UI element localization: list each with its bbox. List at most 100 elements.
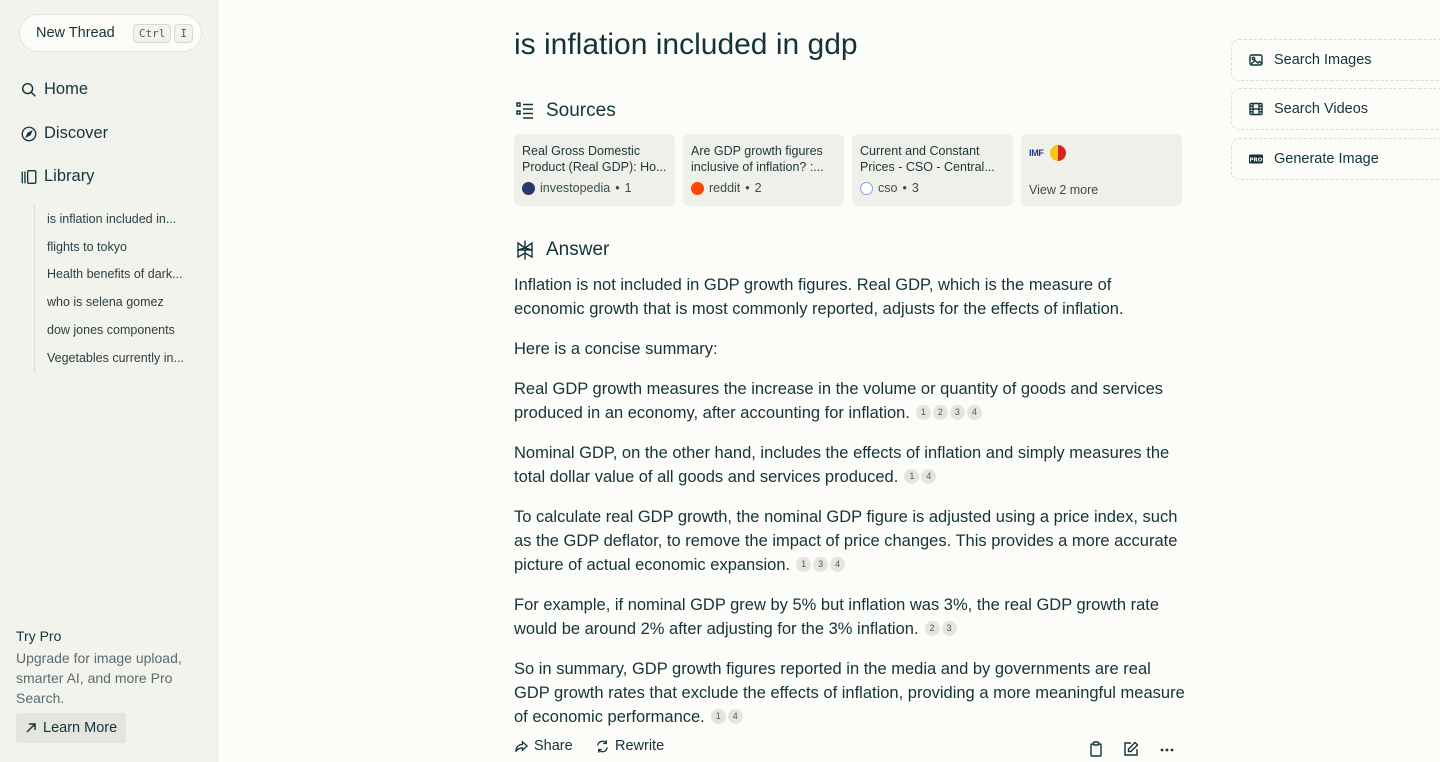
new-thread-button[interactable]: New Thread Ctrl I: [19, 14, 202, 52]
investopedia-favicon-icon: [522, 181, 535, 195]
more-sources-logos: IMF: [1029, 145, 1174, 161]
answer-text: Here is a concise summary:: [514, 340, 718, 358]
answer-paragraph: Real GDP growth measures the increase in…: [514, 377, 1186, 425]
library-item[interactable]: dow jones components: [35, 316, 195, 344]
citation-badge[interactable]: 3: [949, 405, 965, 420]
library-item[interactable]: Health benefits of dark...: [35, 261, 195, 289]
source-meta: reddit • 2: [691, 181, 836, 195]
edit-icon[interactable]: [1122, 740, 1140, 758]
answer-body: Inflation is not included in GDP growth …: [514, 273, 1186, 745]
nav-discover-label: Discover: [44, 124, 109, 142]
rewrite-button[interactable]: Rewrite: [595, 738, 664, 754]
citation-badge[interactable]: 2: [932, 405, 948, 420]
citation-badge[interactable]: 1: [915, 405, 931, 420]
citation-badge[interactable]: 1: [904, 469, 920, 484]
answer-paragraph: So in summary, GDP growth figures report…: [514, 657, 1186, 729]
page-title: is inflation included in gdp: [514, 28, 858, 61]
arrow-up-right-icon: [26, 723, 36, 733]
source-meta: investopedia • 1: [522, 181, 667, 195]
source-card[interactable]: Current and Constant Prices - CSO - Cent…: [852, 134, 1013, 206]
generate-image-label: Generate Image: [1274, 151, 1379, 167]
source-separator: •: [745, 181, 750, 195]
view-more-sources-card[interactable]: IMF View 2 more: [1021, 134, 1182, 206]
library-list: is inflation included in... flights to t…: [34, 205, 195, 372]
search-images-button[interactable]: Search Images: [1231, 39, 1440, 81]
sources-heading-label: Sources: [546, 100, 616, 121]
search-icon: [21, 82, 36, 97]
answer-paragraph: For example, if nominal GDP grew by 5% b…: [514, 593, 1186, 641]
source-site: investopedia: [540, 181, 611, 195]
answer-text: For example, if nominal GDP grew by 5% b…: [514, 596, 1160, 638]
library-item[interactable]: who is selena gomez: [35, 288, 195, 316]
generate-image-button[interactable]: PRO Generate Image: [1231, 138, 1440, 180]
library-item[interactable]: Vegetables currently in...: [35, 344, 195, 372]
shortcut-key-ctrl: Ctrl: [132, 23, 172, 43]
reddit-favicon-icon: [691, 181, 704, 195]
citation-badge[interactable]: 4: [921, 469, 937, 484]
new-thread-label: New Thread: [36, 25, 115, 41]
answer-heading: Answer: [514, 239, 609, 261]
learn-more-label: Learn More: [43, 720, 118, 736]
answer-text: Inflation is not included in GDP growth …: [514, 276, 1124, 318]
nav-library-label: Library: [44, 167, 95, 185]
library-icon: [21, 169, 37, 184]
citation-badge[interactable]: 1: [796, 557, 812, 572]
answer-text: Nominal GDP, on the other hand, includes…: [514, 444, 1170, 486]
rewrite-icon: [597, 739, 608, 753]
film-icon: [1249, 102, 1263, 116]
pro-badge-icon: PRO: [1249, 154, 1263, 164]
source-separator: •: [902, 181, 907, 195]
search-videos-button[interactable]: Search Videos: [1231, 88, 1440, 130]
sidebar: New Thread Ctrl I Home Discover Library …: [0, 0, 218, 762]
share-icon: [515, 739, 529, 752]
source-title: Current and Constant Prices - CSO - Cent…: [860, 144, 995, 174]
answer-heading-label: Answer: [546, 239, 610, 260]
view-more-label: View 2 more: [1029, 183, 1099, 197]
shortcut-key-i: I: [174, 23, 193, 43]
nav-discover[interactable]: Discover: [20, 124, 108, 143]
source-card[interactable]: Are GDP growth figures inclusive of infl…: [683, 134, 844, 206]
citation-badge[interactable]: 3: [941, 621, 957, 636]
source-index: 3: [911, 181, 919, 195]
try-pro-description: Upgrade for image upload, smarter AI, an…: [16, 650, 182, 706]
nav-library[interactable]: Library: [20, 167, 94, 186]
library-item[interactable]: is inflation included in...: [35, 205, 195, 233]
library-item[interactable]: flights to tokyo: [35, 233, 195, 261]
answer-text: So in summary, GDP growth figures report…: [514, 660, 1185, 726]
image-icon: [1249, 54, 1263, 66]
share-button[interactable]: Share: [514, 738, 573, 754]
citation-badge[interactable]: 4: [830, 557, 846, 572]
answer-text: Real GDP growth measures the increase in…: [514, 380, 1164, 422]
try-pro-panel: Try Pro Upgrade for image upload, smarte…: [16, 628, 206, 708]
copy-icon[interactable]: [1087, 740, 1105, 758]
compass-icon: [21, 126, 37, 141]
source-title: Real Gross Domestic Product (Real GDP): …: [522, 144, 667, 174]
citation-badge[interactable]: 4: [727, 709, 743, 724]
source-card[interactable]: Real Gross Domestic Product (Real GDP): …: [514, 134, 675, 206]
citation-badge[interactable]: 4: [966, 405, 982, 420]
source-title: Are GDP growth figures inclusive of infl…: [691, 144, 824, 174]
search-images-label: Search Images: [1274, 52, 1372, 68]
citation-badge[interactable]: 3: [813, 557, 829, 572]
share-label: Share: [534, 738, 573, 754]
answer-text: To calculate real GDP growth, the nomina…: [514, 508, 1178, 574]
answer-paragraph: Nominal GDP, on the other hand, includes…: [514, 441, 1186, 489]
globe-favicon-icon: [860, 181, 873, 195]
citation-badge[interactable]: 1: [710, 709, 726, 724]
source-separator: •: [615, 181, 620, 195]
svg-text:PRO: PRO: [1250, 158, 1263, 164]
learn-more-button[interactable]: Learn More: [16, 713, 127, 743]
more-options-icon[interactable]: [1158, 740, 1176, 758]
nav-home[interactable]: Home: [20, 80, 88, 99]
sources-row: Real Gross Domestic Product (Real GDP): …: [514, 134, 1182, 206]
answer-paragraph: Here is a concise summary:: [514, 337, 1186, 361]
answer-paragraph: To calculate real GDP growth, the nomina…: [514, 505, 1186, 577]
sources-heading: Sources: [514, 100, 616, 122]
citation-badge[interactable]: 2: [924, 621, 940, 636]
answer-paragraph: Inflation is not included in GDP growth …: [514, 273, 1186, 321]
source-site: reddit: [709, 181, 741, 195]
keyboard-shortcut: Ctrl I: [132, 23, 193, 43]
flag-favicon-icon: [1049, 145, 1066, 161]
imf-logo-icon: IMF: [1029, 148, 1044, 158]
source-index: 2: [754, 181, 762, 195]
